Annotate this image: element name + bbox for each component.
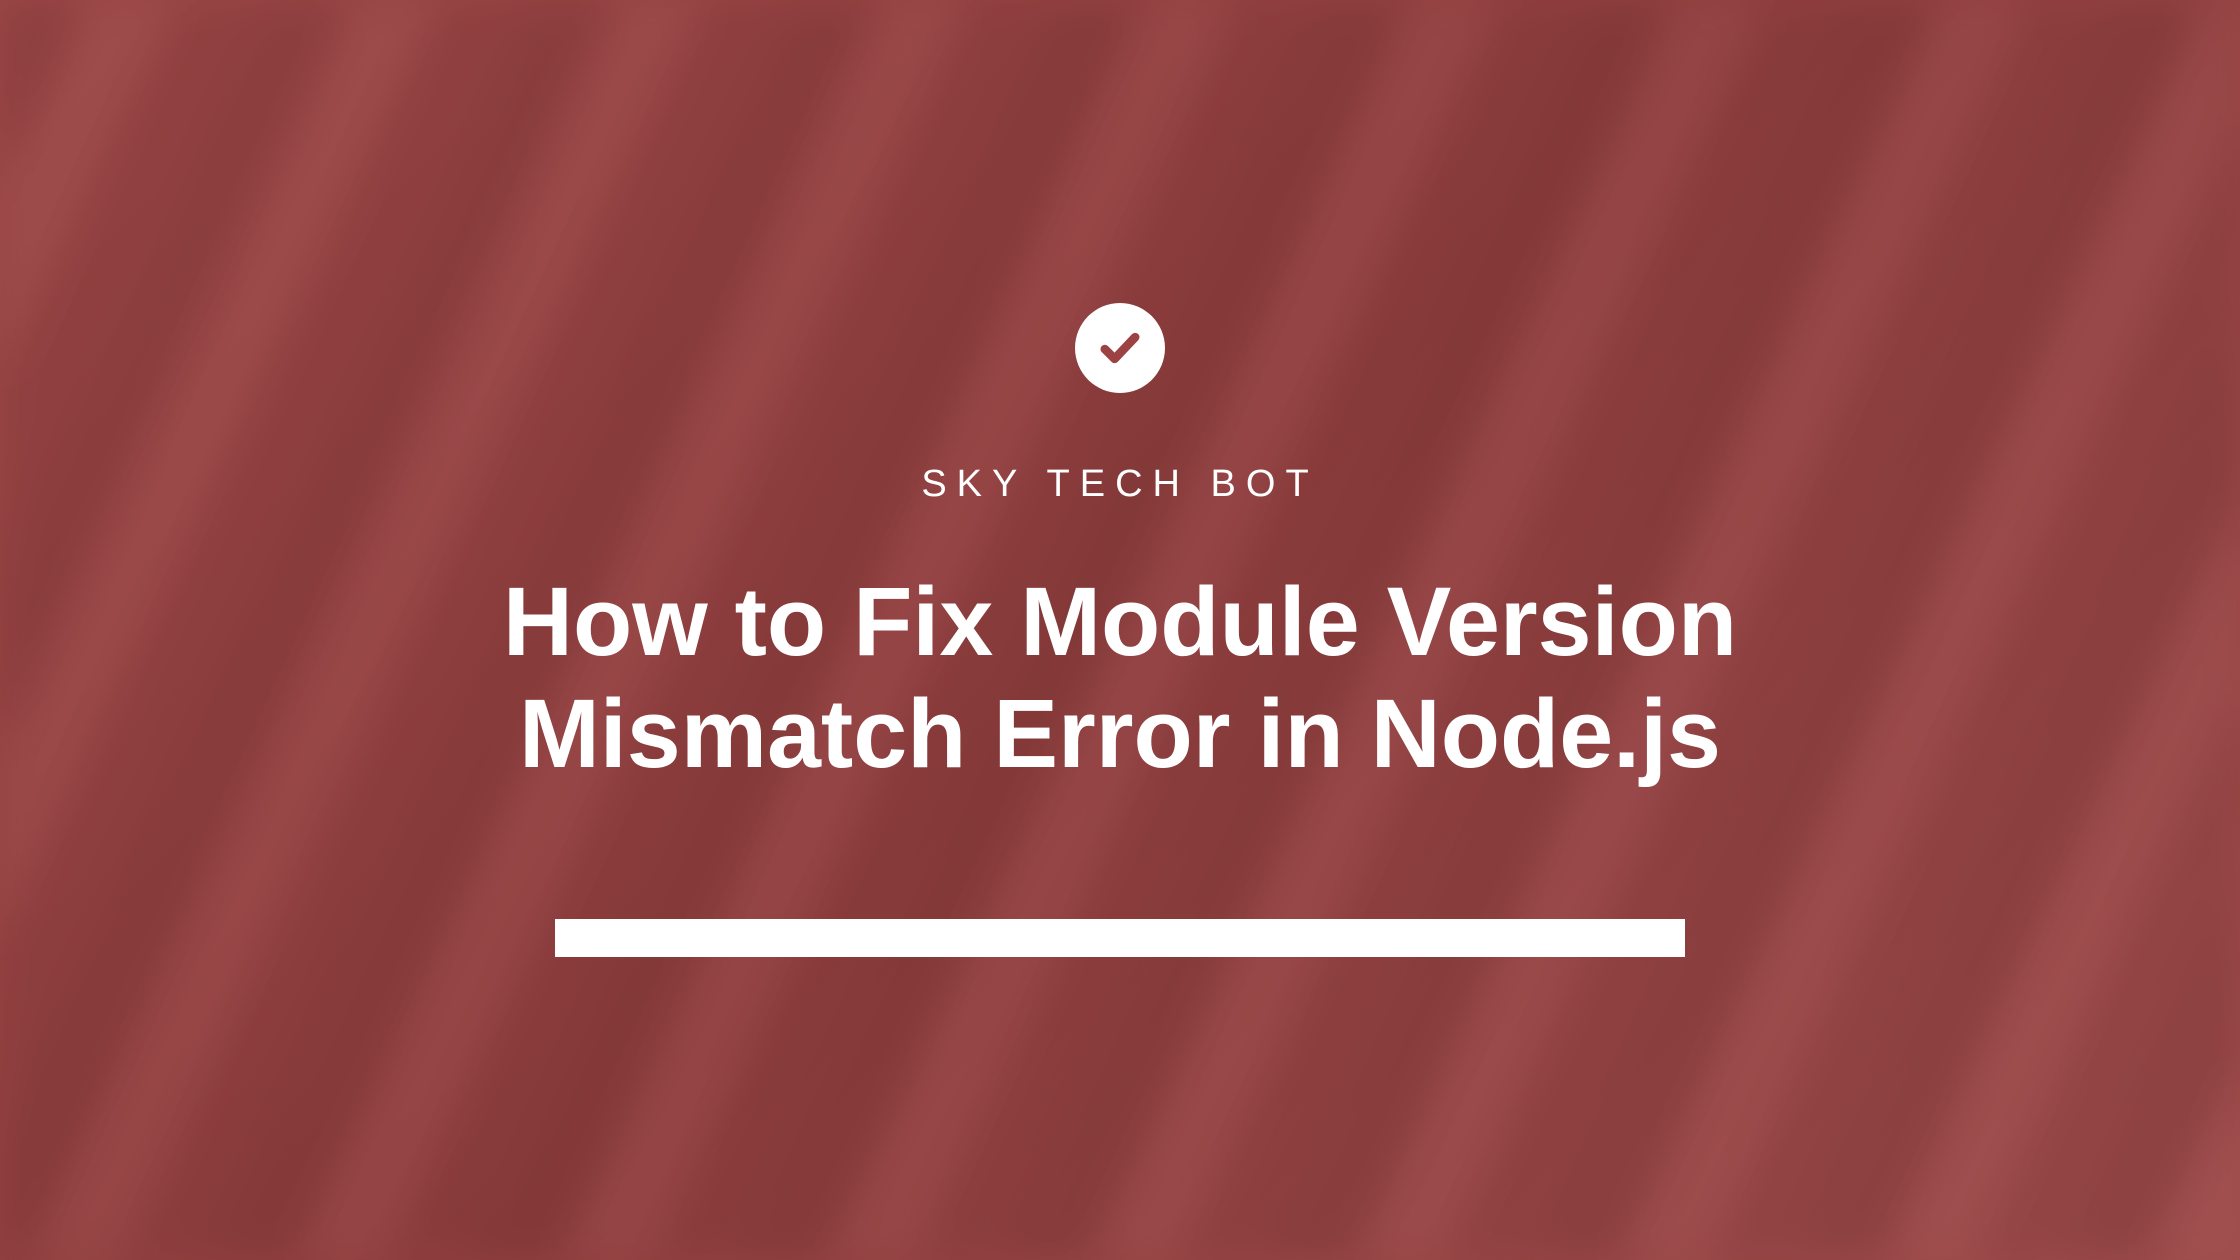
subtitle-text: SKY TECH BOT bbox=[921, 463, 1318, 506]
content-container: SKY TECH BOT How to Fix Module Version M… bbox=[0, 0, 2240, 1260]
checkmark-icon bbox=[1075, 303, 1165, 393]
main-title: How to Fix Module Version Mismatch Error… bbox=[420, 566, 1820, 789]
divider-bar bbox=[555, 919, 1685, 957]
